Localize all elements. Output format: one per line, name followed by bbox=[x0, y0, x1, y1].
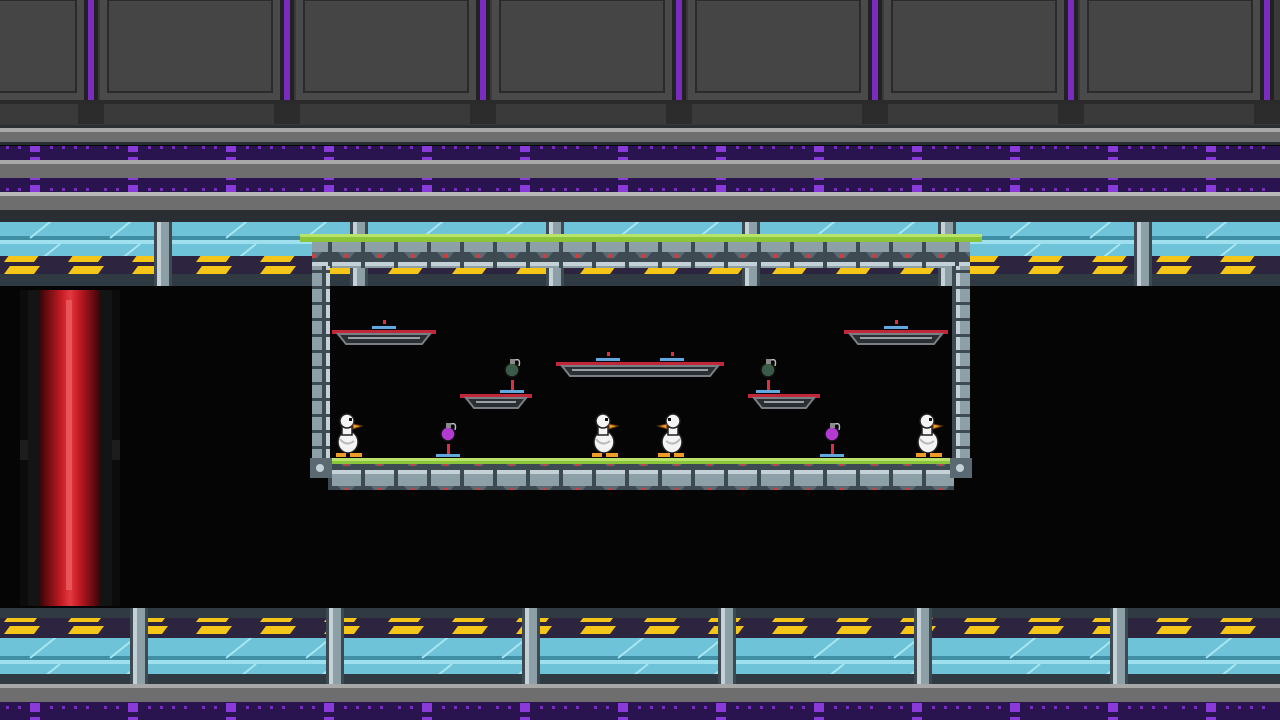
floating-platform bbox=[748, 394, 820, 409]
support-post bbox=[326, 608, 344, 684]
duck-player-3 bbox=[656, 413, 684, 457]
upper-wall bbox=[0, 0, 1280, 125]
floating-platform bbox=[556, 352, 724, 377]
arena-floor-girder bbox=[328, 464, 954, 490]
support-post bbox=[154, 222, 172, 286]
lower-rail bbox=[0, 684, 1280, 720]
arena-right-pillar bbox=[952, 266, 970, 466]
support-post bbox=[130, 608, 148, 684]
support-post bbox=[1110, 608, 1128, 684]
support-post bbox=[718, 608, 736, 684]
grenade-green-icon bbox=[756, 358, 780, 393]
support-post bbox=[1134, 222, 1152, 286]
game-scene bbox=[0, 0, 1280, 720]
game-stage bbox=[0, 0, 1280, 720]
duck-player-1 bbox=[336, 413, 364, 457]
arena-ceiling-girder bbox=[312, 242, 970, 268]
ducks bbox=[336, 413, 944, 457]
floating-platforms bbox=[332, 320, 948, 409]
duck-player-4 bbox=[916, 413, 944, 457]
floating-platform bbox=[844, 320, 948, 345]
support-post bbox=[914, 608, 932, 684]
red-energy-tube bbox=[20, 290, 120, 606]
grenade-purple-icon bbox=[436, 422, 460, 457]
upper-rail bbox=[0, 125, 1280, 222]
duck-player-2 bbox=[592, 413, 620, 457]
lower-glass-band bbox=[0, 608, 1280, 684]
floating-platform bbox=[332, 320, 436, 345]
floating-platform bbox=[460, 394, 532, 409]
grenade-green-icon bbox=[500, 358, 524, 393]
support-post bbox=[522, 608, 540, 684]
arena-left-pillar bbox=[312, 266, 330, 466]
grenade-purple-icon bbox=[820, 422, 844, 457]
